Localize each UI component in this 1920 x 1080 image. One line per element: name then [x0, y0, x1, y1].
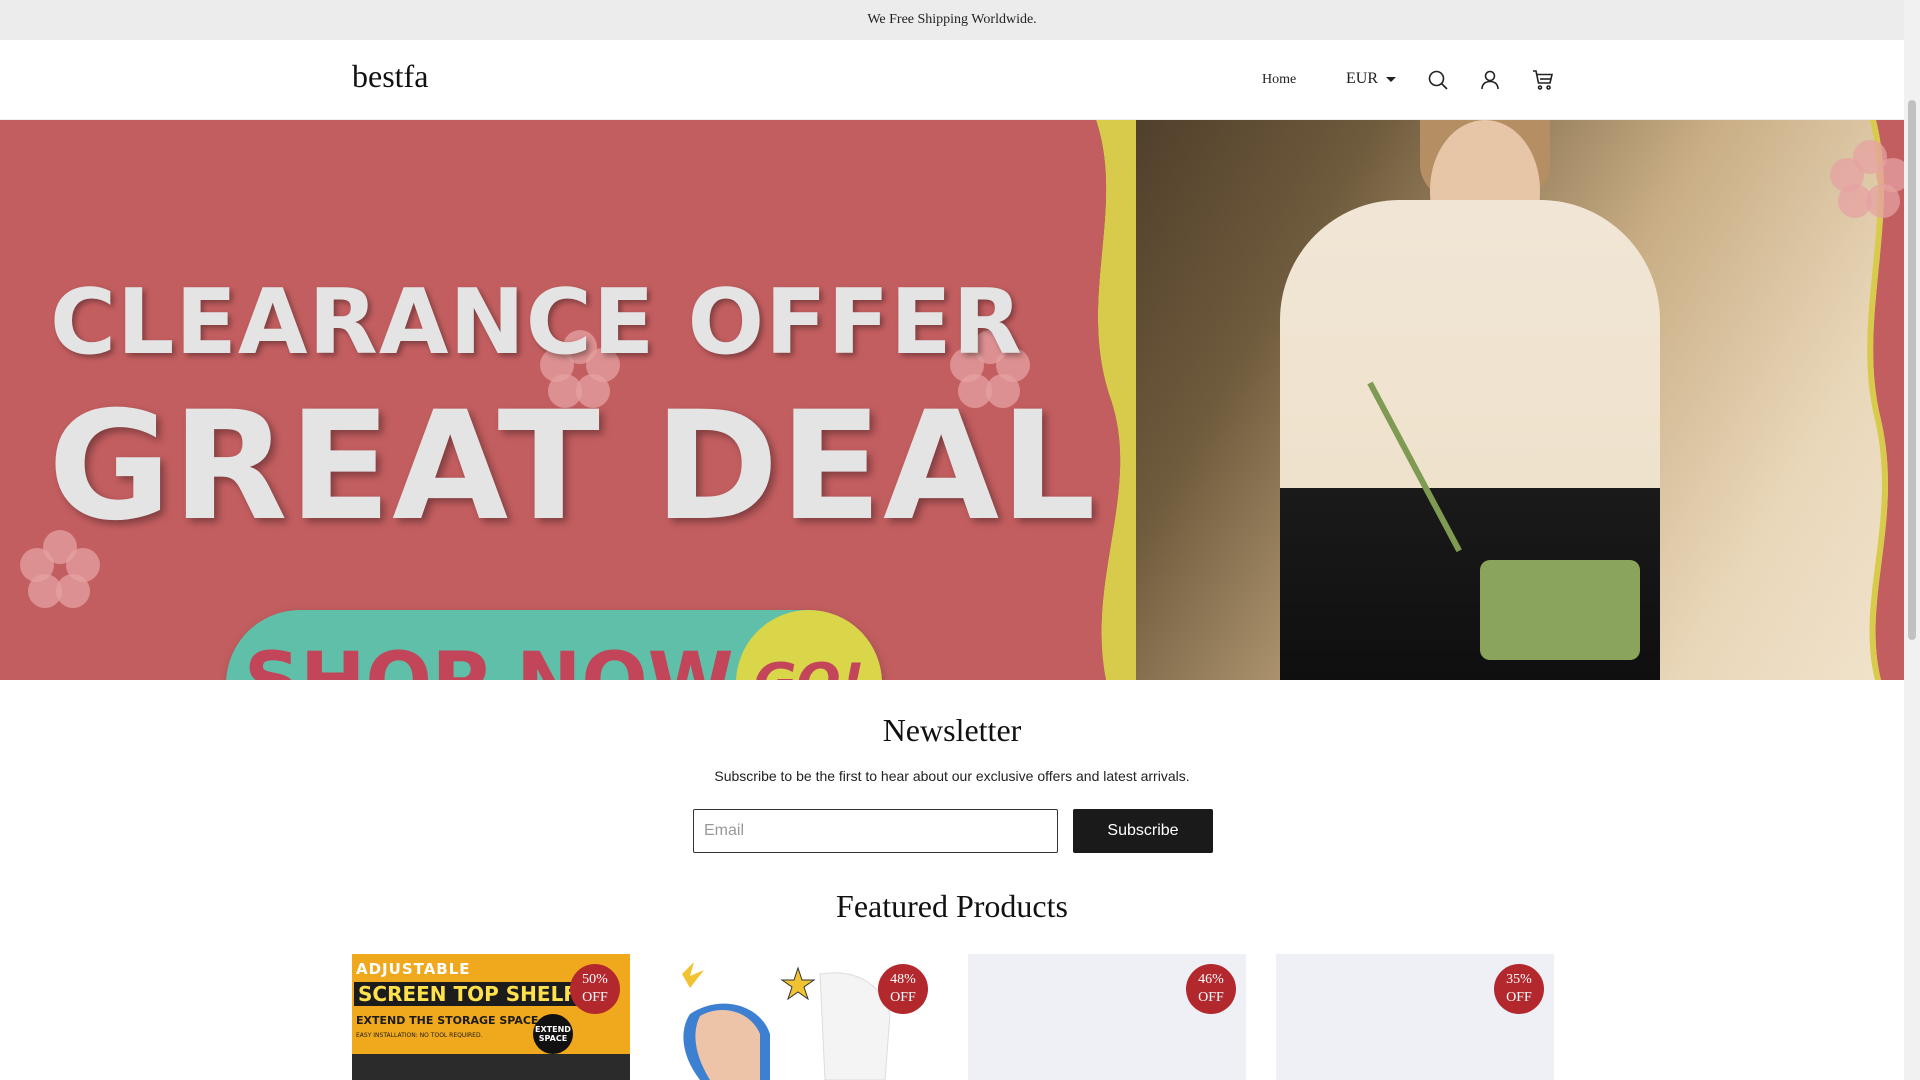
- cart-icon[interactable]: [1531, 68, 1555, 92]
- banner-headline-1: CLEARANCE OFFER: [50, 270, 1023, 375]
- discount-badge: 35% OFF: [1494, 964, 1544, 1014]
- announcement-text: We Free Shipping Worldwide.: [867, 12, 1037, 27]
- currency-selector[interactable]: EUR: [1346, 70, 1396, 88]
- flower-decoration: [1830, 140, 1904, 220]
- product-image-text: ADJUSTABLE: [356, 960, 471, 978]
- product-card[interactable]: ADJUSTABLE SCREEN TOP SHELF EXTEND THE S…: [352, 954, 630, 1080]
- product-image-device: [352, 1054, 630, 1080]
- discount-off-label: OFF: [582, 990, 608, 1005]
- newsletter-title: Newsletter: [882, 712, 1022, 748]
- currency-label: EUR: [1346, 70, 1378, 87]
- discount-percent: 46%: [1198, 972, 1224, 987]
- newsletter-subtitle: Subscribe to be the first to hear about …: [714, 768, 1190, 784]
- product-image-text: EXTEND THE STORAGE SPACE: [356, 1014, 539, 1027]
- featured-products-title: Featured Products: [836, 888, 1068, 924]
- product-image-text: SCREEN TOP SHELF: [354, 982, 581, 1006]
- product-card[interactable]: 35% OFF: [1276, 954, 1554, 1080]
- page-scrollbar-thumb[interactable]: [1908, 100, 1916, 640]
- discount-percent: 35%: [1506, 972, 1532, 987]
- account-icon[interactable]: [1478, 68, 1502, 92]
- store-logo[interactable]: bestfa: [352, 58, 428, 95]
- discount-off-label: OFF: [1198, 990, 1224, 1005]
- site-header: bestfa Home EUR: [0, 40, 1904, 120]
- discount-badge: 50% OFF: [570, 964, 620, 1014]
- nav-home-link[interactable]: Home: [1262, 72, 1296, 88]
- product-card[interactable]: 48% OFF: [660, 954, 938, 1080]
- subscribe-button[interactable]: Subscribe: [1073, 809, 1213, 853]
- discount-off-label: OFF: [890, 990, 916, 1005]
- email-field[interactable]: [693, 809, 1058, 853]
- search-icon[interactable]: [1426, 68, 1450, 92]
- banner-headline-2: GREAT DEAL: [48, 380, 1097, 554]
- green-bag: [1480, 560, 1640, 660]
- product-image-text: EASY INSTALLATION: NO TOOL REQUIRED.: [356, 1032, 483, 1039]
- hero-banner[interactable]: CLEARANCE OFFER GREAT DEAL SHOP NOW GO!: [0, 120, 1904, 680]
- discount-off-label: OFF: [1506, 990, 1532, 1005]
- product-card[interactable]: 46% OFF: [968, 954, 1246, 1080]
- extend-space-seal: EXTEND SPACE: [533, 1014, 573, 1054]
- discount-badge: 46% OFF: [1186, 964, 1236, 1014]
- shop-now-text: SHOP NOW: [244, 639, 734, 680]
- discount-percent: 48%: [890, 972, 916, 987]
- discount-percent: 50%: [582, 972, 608, 987]
- discount-badge: 48% OFF: [878, 964, 928, 1014]
- caret-down-icon: [1386, 76, 1396, 82]
- announcement-bar: We Free Shipping Worldwide.: [0, 0, 1904, 40]
